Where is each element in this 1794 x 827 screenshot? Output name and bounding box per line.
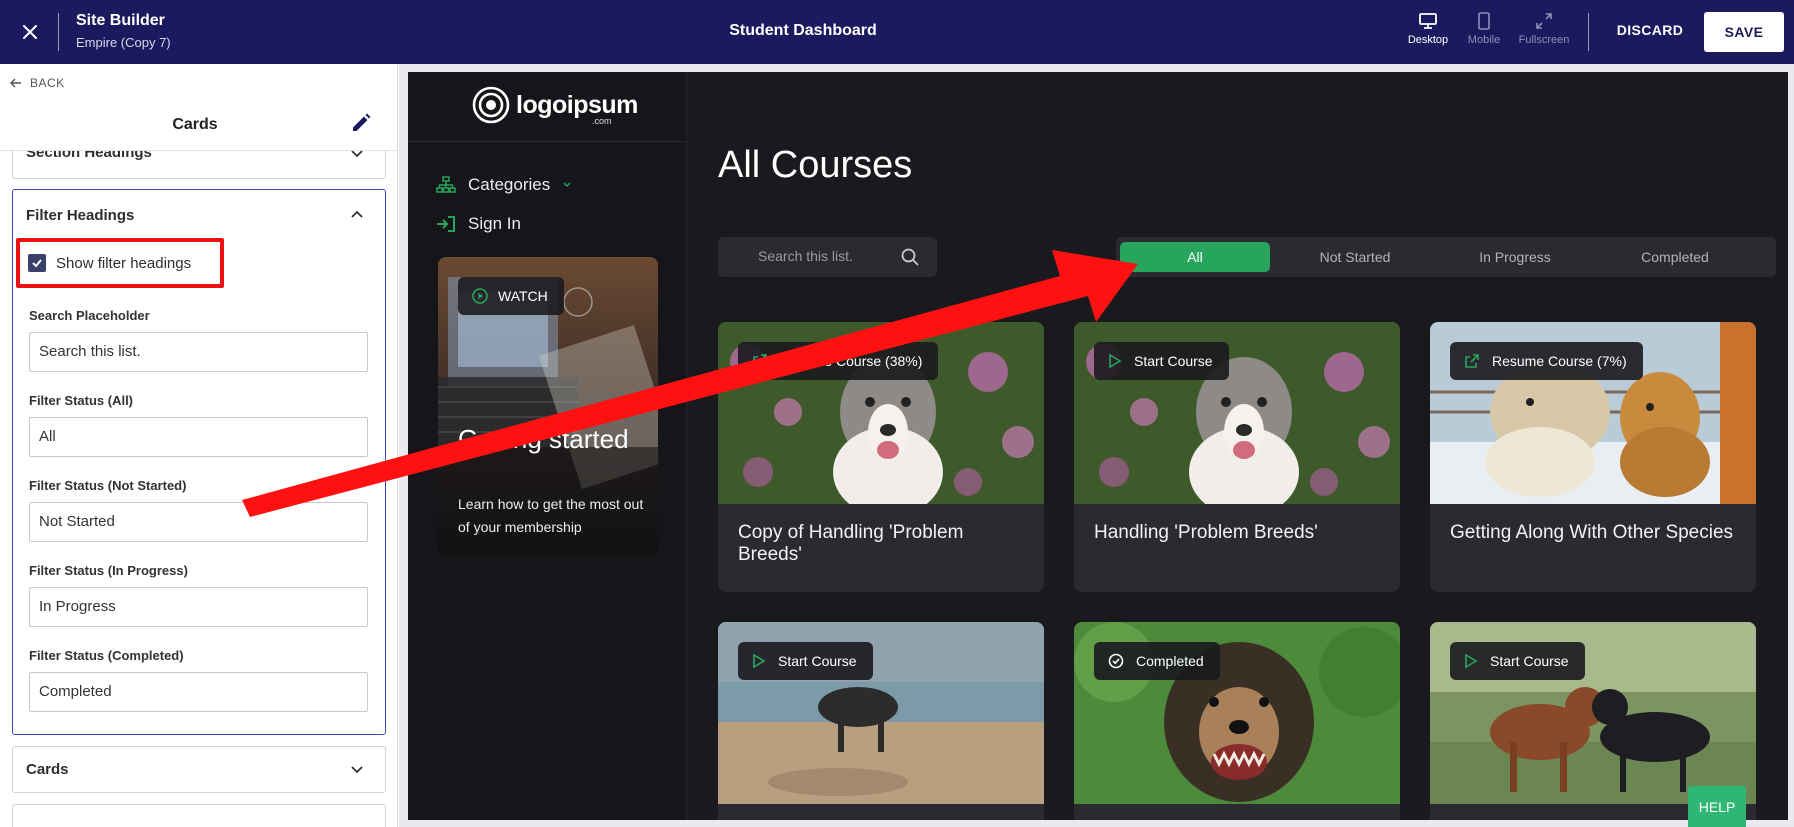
course-card[interactable]: Resume Course (7%) Getting Along With Ot…	[1430, 322, 1756, 592]
filter-tab-in-progress[interactable]: In Progress	[1440, 242, 1590, 272]
course-title: Copy of Handling 'Problem Breeds'	[738, 522, 964, 565]
logo-icon	[472, 86, 510, 124]
desktop-view-label: Desktop	[1407, 34, 1449, 46]
back-label: BACK	[30, 76, 65, 90]
course-card[interactable]: Resume Course (38%) Copy of Handling 'Pr…	[718, 322, 1044, 592]
help-button[interactable]: HELP	[1688, 786, 1746, 827]
resume-icon	[1465, 354, 1479, 368]
course-card[interactable]: Start Course Handling 'Problem Breeds'	[1074, 322, 1400, 592]
filter-not-started-field[interactable]: Not Started	[29, 502, 368, 542]
discard-button[interactable]: DISCARD	[1610, 22, 1690, 38]
getting-started-description: Learn how to get the most out of your me…	[458, 496, 644, 535]
play-icon	[753, 653, 766, 669]
card-action-label: Start Course	[1490, 653, 1569, 669]
logo-text: logoipsum	[516, 90, 638, 119]
completed-button[interactable]: Completed	[1094, 642, 1220, 680]
site-logo[interactable]: logoipsum .com	[472, 86, 638, 126]
course-card[interactable]: Completed	[1074, 622, 1400, 820]
sitemap-icon	[436, 176, 456, 193]
nav-categories-label: Categories	[468, 175, 551, 194]
fullscreen-view-button[interactable]: Fullscreen	[1513, 12, 1575, 46]
start-course-button[interactable]: Start Course	[1094, 342, 1229, 380]
chevron-up-icon[interactable]	[349, 207, 365, 223]
filter-all-field[interactable]: All	[29, 417, 368, 457]
course-card[interactable]: Start Course	[718, 622, 1044, 820]
watch-label: WATCH	[498, 288, 548, 304]
annotation-highlight-box	[16, 238, 224, 288]
card-action-label: Completed	[1136, 653, 1204, 669]
desktop-icon	[1419, 13, 1437, 29]
site-preview: logoipsum .com Categories Sign In WATCH …	[408, 72, 1788, 820]
filter-in-progress-label: Filter Status (In Progress)	[29, 563, 188, 578]
filter-tab-not-started[interactable]: Not Started	[1280, 242, 1430, 272]
nav-sign-in[interactable]: Sign In	[436, 214, 521, 234]
search-icon[interactable]	[900, 247, 920, 267]
filter-tab-all[interactable]: All	[1120, 242, 1270, 272]
topbar-divider	[1588, 13, 1589, 51]
fullscreen-icon	[1536, 13, 1552, 29]
watch-button[interactable]: WATCH	[458, 277, 564, 315]
arrow-left-icon	[10, 78, 21, 88]
cards-accordion[interactable]: Cards	[12, 746, 386, 793]
play-circle-icon	[472, 288, 488, 304]
panel-divider	[0, 150, 397, 151]
top-bar: Site Builder Empire (Copy 7) Student Das…	[0, 0, 1794, 64]
page-title: Student Dashboard	[729, 22, 877, 39]
search-placeholder: Search this list.	[758, 248, 853, 264]
play-icon	[1109, 353, 1122, 369]
getting-started-card[interactable]: WATCH Getting started Learn how to get t…	[438, 257, 658, 557]
resume-course-button[interactable]: Resume Course (38%)	[738, 342, 939, 380]
chevron-down-icon[interactable]	[349, 761, 365, 777]
next-accordion[interactable]	[12, 804, 386, 827]
resume-icon	[753, 354, 767, 368]
filter-headings-label[interactable]: Filter Headings	[26, 207, 134, 224]
card-action-label: Resume Course (7%)	[1492, 353, 1627, 369]
nav-categories[interactable]: Categories	[436, 175, 572, 195]
start-course-button[interactable]: Start Course	[738, 642, 873, 680]
save-button[interactable]: SAVE	[1704, 12, 1784, 52]
filter-completed-label: Filter Status (Completed)	[29, 648, 184, 663]
card-action-label: Resume Course (38%)	[780, 353, 923, 369]
mobile-view-label: Mobile	[1467, 34, 1501, 46]
fullscreen-view-label: Fullscreen	[1518, 34, 1570, 46]
panel-title: Cards	[172, 116, 218, 133]
filter-completed-field[interactable]: Completed	[29, 672, 368, 712]
start-course-button[interactable]: Start Course	[1450, 642, 1585, 680]
chevron-down-icon	[563, 182, 571, 187]
sidebar-divider	[408, 141, 687, 142]
card-action-label: Start Course	[1134, 353, 1213, 369]
check-circle-icon	[1108, 653, 1124, 669]
play-icon	[1465, 653, 1478, 669]
resume-course-button[interactable]: Resume Course (7%)	[1450, 342, 1643, 380]
mobile-icon	[1478, 12, 1490, 30]
getting-started-title: Getting started	[458, 424, 629, 454]
desktop-view-button[interactable]: Desktop	[1397, 12, 1459, 46]
card-action-label: Start Course	[778, 653, 857, 669]
courses-heading: All Courses	[718, 144, 913, 186]
nav-sign-in-label: Sign In	[468, 214, 521, 233]
course-search-input[interactable]: Search this list.	[718, 237, 937, 277]
filter-all-label: Filter Status (All)	[29, 393, 134, 408]
sign-in-icon	[437, 216, 455, 232]
site-sidebar: logoipsum .com Categories Sign In WATCH …	[408, 72, 687, 820]
filter-tab-completed[interactable]: Completed	[1600, 242, 1750, 272]
logo-suffix: .com	[592, 116, 612, 126]
back-button[interactable]: BACK	[10, 76, 65, 90]
search-placeholder-label: Search Placeholder	[29, 308, 150, 323]
course-title: Getting Along With Other Species	[1450, 522, 1734, 543]
cards-section-label: Cards	[26, 761, 69, 778]
filter-tabs: All Not Started In Progress Completed	[1116, 237, 1776, 277]
search-placeholder-field[interactable]: Search this list.	[29, 332, 368, 372]
mobile-view-button[interactable]: Mobile	[1453, 12, 1515, 46]
filter-not-started-label: Filter Status (Not Started)	[29, 478, 187, 493]
course-title: Handling 'Problem Breeds'	[1094, 522, 1318, 543]
pencil-icon[interactable]	[350, 112, 374, 136]
filter-in-progress-field[interactable]: In Progress	[29, 587, 368, 627]
